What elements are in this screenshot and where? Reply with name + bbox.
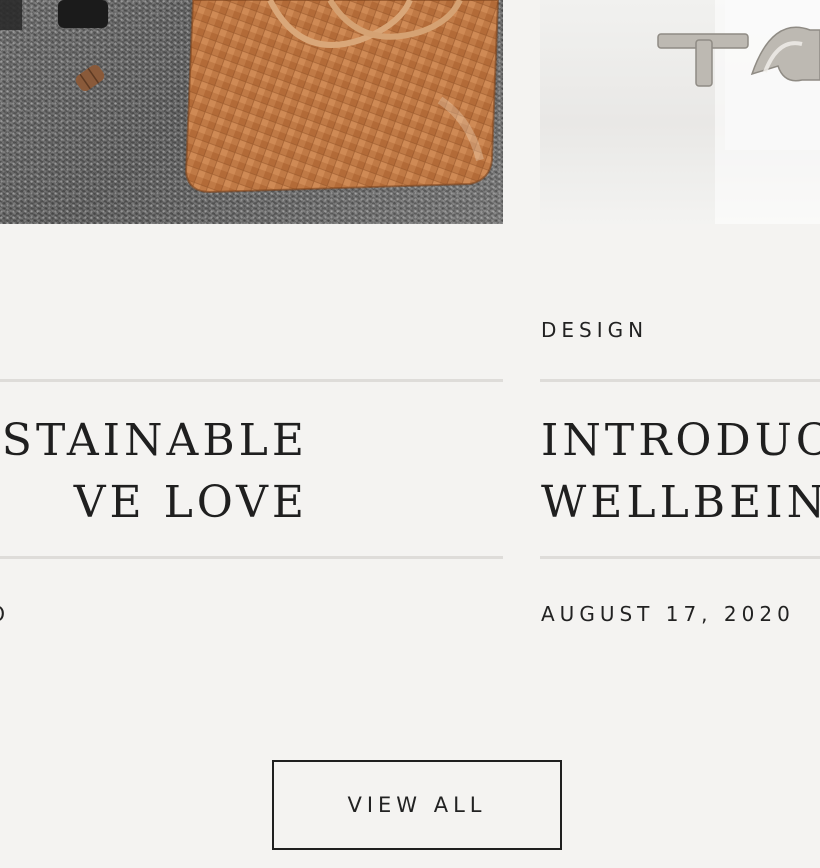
blog-card-title-line: INTRODUC <box>541 415 820 466</box>
blog-card-title-line: VE LOVE <box>73 477 308 528</box>
card-divider-top <box>540 379 820 382</box>
metal-object-photo-icon <box>657 0 820 224</box>
card-divider-top <box>0 379 503 382</box>
blog-card-image[interactable] <box>0 0 503 224</box>
blog-card-title[interactable]: USTAINABLE VE LOVE <box>0 410 308 534</box>
blog-card-category[interactable]: DESIGN <box>541 318 648 342</box>
card-divider-bottom <box>540 556 820 559</box>
blog-card-title-line: USTAINABLE <box>0 415 308 466</box>
blog-card-date: O <box>0 602 10 626</box>
blog-card-image[interactable] <box>540 0 820 224</box>
blog-card-title-line: WELLBEINC <box>541 477 820 528</box>
view-all-button[interactable]: VIEW ALL <box>272 760 562 850</box>
handbag-photo-icon <box>0 0 503 224</box>
blog-section: USTAINABLE VE LOVE O DESIGN INTROD <box>0 0 820 868</box>
blog-card-title[interactable]: INTRODUC WELLBEINC <box>541 410 820 534</box>
blog-card-date: AUGUST 17, 2020 <box>541 602 795 626</box>
card-divider-bottom <box>0 556 503 559</box>
